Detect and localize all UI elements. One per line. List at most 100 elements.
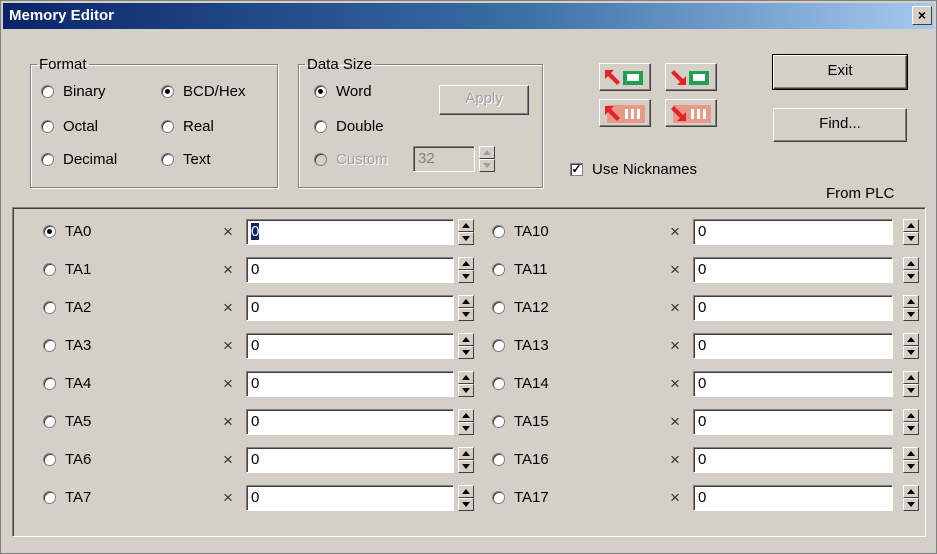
size-double-radio[interactable]: Double bbox=[314, 118, 384, 135]
register-radio-ta6[interactable]: TA6 bbox=[43, 451, 91, 468]
register-spinner[interactable] bbox=[458, 485, 474, 511]
register-value-field[interactable]: 0 bbox=[246, 295, 454, 321]
register-spinner[interactable] bbox=[903, 485, 919, 511]
register-radio-ta4[interactable]: TA4 bbox=[43, 375, 91, 392]
size-custom-radio[interactable]: Custom bbox=[314, 151, 388, 168]
multiply-icon: × bbox=[670, 450, 680, 469]
register-radio-ta12[interactable]: TA12 bbox=[492, 299, 549, 316]
register-spinner[interactable] bbox=[903, 447, 919, 473]
register-spinner[interactable] bbox=[458, 219, 474, 245]
register-value-field[interactable]: 0 bbox=[246, 447, 454, 473]
register-value: 0 bbox=[698, 489, 707, 506]
format-octal-radio[interactable]: Octal bbox=[41, 118, 98, 135]
register-radio-ta0[interactable]: TA0 bbox=[43, 223, 91, 240]
format-bcdhex-radio[interactable]: BCD/Hex bbox=[161, 83, 246, 100]
register-spinner[interactable] bbox=[903, 333, 919, 359]
write-word-button[interactable] bbox=[665, 63, 717, 91]
write-block-button[interactable] bbox=[665, 99, 717, 127]
register-spinner[interactable] bbox=[458, 447, 474, 473]
register-value-field[interactable]: 0 bbox=[693, 409, 893, 435]
register-value-field[interactable]: 0 bbox=[246, 219, 454, 245]
register-radio-ta17[interactable]: TA17 bbox=[492, 489, 549, 506]
register-value-field[interactable]: 0 bbox=[246, 485, 454, 511]
format-binary-radio[interactable]: Binary bbox=[41, 83, 106, 100]
read-block-from-plc-icon bbox=[605, 105, 645, 123]
radio-dot bbox=[43, 491, 56, 504]
register-value: 0 bbox=[251, 299, 260, 316]
exit-button[interactable]: Exit bbox=[772, 54, 908, 90]
radio-dot bbox=[41, 120, 54, 133]
register-value-field[interactable]: 0 bbox=[693, 295, 893, 321]
register-radio-ta3[interactable]: TA3 bbox=[43, 337, 91, 354]
radio-dot bbox=[492, 415, 505, 428]
use-nicknames-checkbox[interactable]: ✓ Use Nicknames bbox=[570, 161, 697, 178]
register-value-field[interactable]: 0 bbox=[246, 409, 454, 435]
register-radio-ta16[interactable]: TA16 bbox=[492, 451, 549, 468]
register-value-field[interactable]: 0 bbox=[693, 257, 893, 283]
register-radio-ta10[interactable]: TA10 bbox=[492, 223, 549, 240]
register-radio-ta13[interactable]: TA13 bbox=[492, 337, 549, 354]
radio-dot bbox=[161, 153, 174, 166]
register-value: 0 bbox=[698, 413, 707, 430]
multiply-icon: × bbox=[670, 222, 680, 241]
custom-size-spinner[interactable] bbox=[479, 146, 495, 172]
register-value-field[interactable]: 0 bbox=[246, 257, 454, 283]
radio-dot bbox=[43, 339, 56, 352]
register-value: 0 bbox=[698, 261, 707, 278]
title-bar[interactable]: Memory Editor × bbox=[3, 3, 934, 29]
read-block-button[interactable] bbox=[599, 99, 651, 127]
multiply-icon: × bbox=[670, 374, 680, 393]
multiply-icon: × bbox=[670, 336, 680, 355]
register-spinner[interactable] bbox=[458, 409, 474, 435]
find-button[interactable]: Find... bbox=[773, 108, 907, 142]
apply-button[interactable]: Apply bbox=[439, 85, 529, 115]
register-radio-ta2[interactable]: TA2 bbox=[43, 299, 91, 316]
custom-size-field[interactable]: 32 bbox=[413, 146, 475, 172]
register-spinner[interactable] bbox=[458, 295, 474, 321]
register-spinner[interactable] bbox=[903, 219, 919, 245]
register-radio-ta7[interactable]: TA7 bbox=[43, 489, 91, 506]
radio-dot bbox=[314, 85, 327, 98]
register-value-field[interactable]: 0 bbox=[693, 371, 893, 397]
register-spinner[interactable] bbox=[903, 371, 919, 397]
register-spinner[interactable] bbox=[903, 295, 919, 321]
radio-dot bbox=[43, 301, 56, 314]
register-spinner[interactable] bbox=[903, 257, 919, 283]
format-text-radio[interactable]: Text bbox=[161, 151, 211, 168]
register-value-field[interactable]: 0 bbox=[246, 333, 454, 359]
data-size-legend: Data Size bbox=[307, 56, 373, 73]
register-radio-ta14[interactable]: TA14 bbox=[492, 375, 549, 392]
radio-dot bbox=[492, 225, 505, 238]
read-word-button[interactable] bbox=[599, 63, 651, 91]
write-block-to-plc-icon bbox=[671, 105, 711, 123]
radio-dot bbox=[43, 377, 56, 390]
register-value-field[interactable]: 0 bbox=[693, 333, 893, 359]
register-value: 0 bbox=[698, 451, 707, 468]
write-word-to-plc-icon bbox=[671, 70, 709, 85]
register-value-field[interactable]: 0 bbox=[693, 219, 893, 245]
format-real-radio[interactable]: Real bbox=[161, 118, 214, 135]
size-word-radio[interactable]: Word bbox=[314, 83, 372, 100]
register-value-field[interactable]: 0 bbox=[246, 371, 454, 397]
register-value-field[interactable]: 0 bbox=[693, 485, 893, 511]
register-spinner[interactable] bbox=[458, 371, 474, 397]
format-decimal-radio[interactable]: Decimal bbox=[41, 151, 117, 168]
register-value: 0 bbox=[251, 451, 260, 468]
radio-dot bbox=[41, 85, 54, 98]
register-radio-ta15[interactable]: TA15 bbox=[492, 413, 549, 430]
close-button[interactable]: × bbox=[912, 6, 932, 25]
register-radio-ta11[interactable]: TA11 bbox=[492, 261, 548, 278]
multiply-icon: × bbox=[670, 260, 680, 279]
multiply-icon: × bbox=[223, 412, 233, 431]
radio-dot bbox=[492, 301, 505, 314]
register-spinner[interactable] bbox=[458, 257, 474, 283]
register-spinner[interactable] bbox=[458, 333, 474, 359]
register-radio-ta5[interactable]: TA5 bbox=[43, 413, 91, 430]
multiply-icon: × bbox=[670, 412, 680, 431]
register-value-field[interactable]: 0 bbox=[693, 447, 893, 473]
register-radio-ta1[interactable]: TA1 bbox=[43, 261, 91, 278]
register-spinner[interactable] bbox=[903, 409, 919, 435]
register-value: 0 bbox=[251, 223, 260, 240]
register-value: 0 bbox=[251, 413, 260, 430]
source-label: From PLC bbox=[826, 185, 895, 202]
